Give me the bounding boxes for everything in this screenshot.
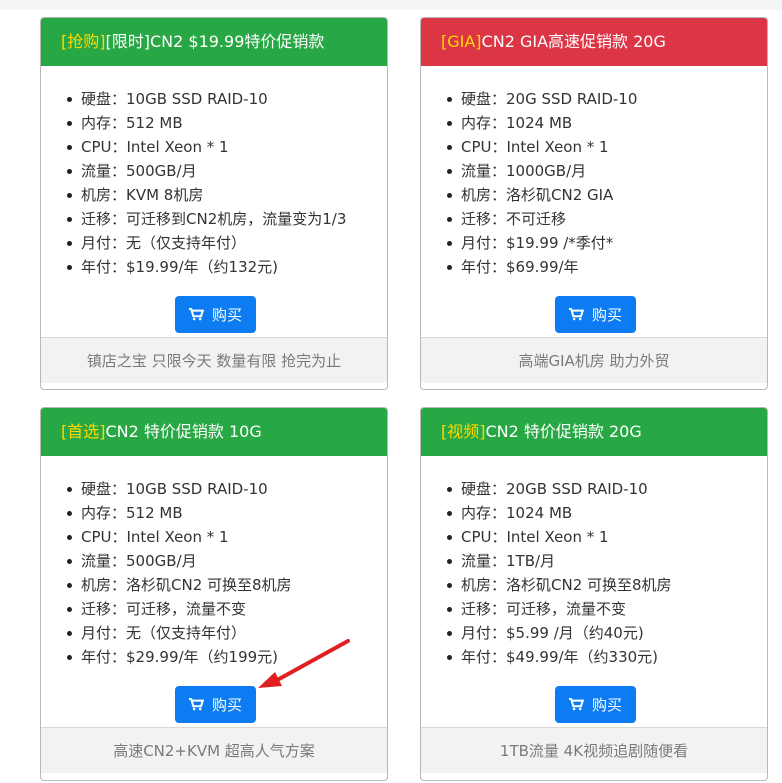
spec-item: 迁移：可迁移，流量不变 bbox=[447, 597, 757, 621]
spec-item: CPU：Intel Xeon * 1 bbox=[447, 525, 757, 549]
buy-button-label: 购买 bbox=[211, 306, 242, 324]
cart-icon bbox=[188, 308, 204, 321]
spec-list: 硬盘：20G SSD RAID-10 内存：1024 MB CPU：Intel … bbox=[431, 87, 757, 279]
card-title: [限时]CN2 $19.99特价促销款 bbox=[105, 32, 325, 51]
card-tag: [抢购] bbox=[61, 32, 106, 51]
spec-item: CPU：Intel Xeon * 1 bbox=[67, 525, 377, 549]
card-footer: 1TB流量 4K视频追剧随便看 bbox=[421, 727, 767, 773]
top-bar bbox=[0, 0, 782, 10]
spec-item: 流量：1TB/月 bbox=[447, 549, 757, 573]
spec-item: 年付：$19.99/年（约132元) bbox=[67, 255, 377, 279]
card-title: CN2 特价促销款 20G bbox=[485, 422, 642, 441]
spec-item: CPU：Intel Xeon * 1 bbox=[67, 135, 377, 159]
spec-item: 内存：1024 MB bbox=[447, 501, 757, 525]
buy-button[interactable]: 购买 bbox=[555, 686, 636, 723]
spec-item: 流量：1000GB/月 bbox=[447, 159, 757, 183]
product-card-4: [视频]CN2 特价促销款 20G 硬盘：20GB SSD RAID-10 内存… bbox=[420, 407, 768, 781]
spec-item: 月付：$5.99 /月（约40元) bbox=[447, 621, 757, 645]
card-body: 硬盘：20G SSD RAID-10 内存：1024 MB CPU：Intel … bbox=[421, 66, 767, 337]
spec-item: 内存：512 MB bbox=[67, 501, 377, 525]
buy-button-label: 购买 bbox=[591, 306, 622, 324]
spec-item: 内存：512 MB bbox=[67, 111, 377, 135]
spec-item: 年付：$69.99/年 bbox=[447, 255, 757, 279]
card-title: CN2 特价促销款 10G bbox=[105, 422, 262, 441]
spec-list: 硬盘：20GB SSD RAID-10 内存：1024 MB CPU：Intel… bbox=[431, 477, 757, 669]
spec-list: 硬盘：10GB SSD RAID-10 内存：512 MB CPU：Intel … bbox=[51, 477, 377, 669]
spec-item: 硬盘：10GB SSD RAID-10 bbox=[67, 87, 377, 111]
spec-list: 硬盘：10GB SSD RAID-10 内存：512 MB CPU：Intel … bbox=[51, 87, 377, 279]
spec-item: 机房：洛杉矶CN2 GIA bbox=[447, 183, 757, 207]
buy-button[interactable]: 购买 bbox=[175, 686, 256, 723]
card-footer: 高速CN2+KVM 超高人气方案 bbox=[41, 727, 387, 773]
product-card-3: [首选]CN2 特价促销款 10G 硬盘：10GB SSD RAID-10 内存… bbox=[40, 407, 388, 781]
card-body: 硬盘：20GB SSD RAID-10 内存：1024 MB CPU：Intel… bbox=[421, 456, 767, 727]
spec-item: 机房：洛杉矶CN2 可换至8机房 bbox=[67, 573, 377, 597]
card-tag: [首选] bbox=[61, 422, 106, 441]
spec-item: 迁移：可迁移到CN2机房，流量变为1/3 bbox=[67, 207, 377, 231]
card-header: [首选]CN2 特价促销款 10G bbox=[41, 408, 387, 456]
card-header: [视频]CN2 特价促销款 20G bbox=[421, 408, 767, 456]
spec-item: 硬盘：20GB SSD RAID-10 bbox=[447, 477, 757, 501]
spec-item: 迁移：可迁移，流量不变 bbox=[67, 597, 377, 621]
card-tag: [GIA] bbox=[441, 32, 482, 51]
spec-item: 月付：$19.99 /*季付* bbox=[447, 231, 757, 255]
card-header: [抢购][限时]CN2 $19.99特价促销款 bbox=[41, 18, 387, 66]
cart-icon bbox=[568, 308, 584, 321]
spec-item: 硬盘：10GB SSD RAID-10 bbox=[67, 477, 377, 501]
product-card-2: [GIA]CN2 GIA高速促销款 20G 硬盘：20G SSD RAID-10… bbox=[420, 17, 768, 390]
cart-icon bbox=[568, 698, 584, 711]
buy-button[interactable]: 购买 bbox=[555, 296, 636, 333]
buy-button[interactable]: 购买 bbox=[175, 296, 256, 333]
card-body: 硬盘：10GB SSD RAID-10 内存：512 MB CPU：Intel … bbox=[41, 66, 387, 337]
card-footer: 高端GIA机房 助力外贸 bbox=[421, 337, 767, 383]
card-body: 硬盘：10GB SSD RAID-10 内存：512 MB CPU：Intel … bbox=[41, 456, 387, 727]
buy-button-label: 购买 bbox=[211, 696, 242, 714]
spec-item: 内存：1024 MB bbox=[447, 111, 757, 135]
product-card-1: [抢购][限时]CN2 $19.99特价促销款 硬盘：10GB SSD RAID… bbox=[40, 17, 388, 390]
cart-icon bbox=[188, 698, 204, 711]
spec-item: 机房：洛杉矶CN2 可换至8机房 bbox=[447, 573, 757, 597]
spec-item: 流量：500GB/月 bbox=[67, 159, 377, 183]
card-tag: [视频] bbox=[441, 422, 486, 441]
card-title: CN2 GIA高速促销款 20G bbox=[481, 32, 666, 51]
spec-item: 年付：$29.99/年（约199元) bbox=[67, 645, 377, 669]
card-footer: 镇店之宝 只限今天 数量有限 抢完为止 bbox=[41, 337, 387, 383]
spec-item: 迁移：不可迁移 bbox=[447, 207, 757, 231]
spec-item: 机房：KVM 8机房 bbox=[67, 183, 377, 207]
spec-item: 月付：无（仅支持年付） bbox=[67, 621, 377, 645]
spec-item: 年付：$49.99/年（约330元) bbox=[447, 645, 757, 669]
card-header: [GIA]CN2 GIA高速促销款 20G bbox=[421, 18, 767, 66]
spec-item: 流量：500GB/月 bbox=[67, 549, 377, 573]
buy-button-label: 购买 bbox=[591, 696, 622, 714]
spec-item: CPU：Intel Xeon * 1 bbox=[447, 135, 757, 159]
spec-item: 硬盘：20G SSD RAID-10 bbox=[447, 87, 757, 111]
spec-item: 月付：无（仅支持年付） bbox=[67, 231, 377, 255]
